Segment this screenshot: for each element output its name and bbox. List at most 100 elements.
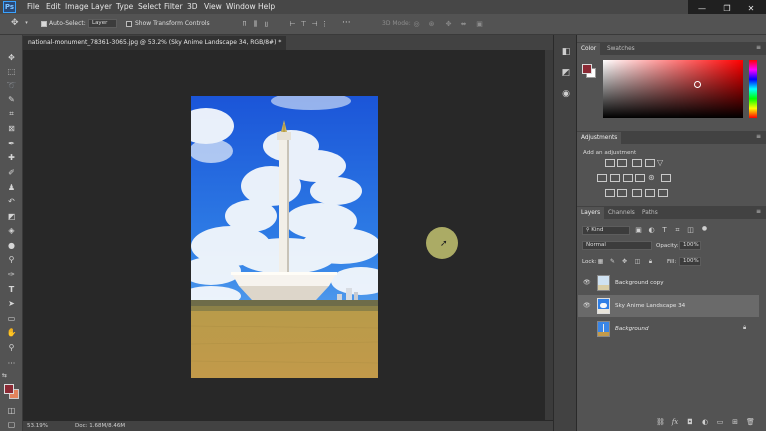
posterize-icon[interactable] [617,189,627,197]
menu-layer[interactable]: Layer [91,1,112,13]
align-right-icon[interactable]: ⊣ [311,21,318,28]
more-tools-icon[interactable]: ··· [5,358,18,370]
crop-tool-icon[interactable]: ⌗ [5,108,18,120]
screen-mode-icon[interactable]: ▢ [5,419,18,431]
rectangle-tool-icon[interactable]: ▭ [5,313,18,325]
maximize-icon[interactable]: ❐ [716,3,738,14]
lock-position-icon[interactable]: ✥ [621,258,628,265]
blur-tool-icon[interactable]: ● [5,240,18,252]
filter-pixel-icon[interactable]: ▣ [635,227,642,234]
menu-select[interactable]: Select [138,1,161,13]
foreground-color-swatch[interactable] [582,64,592,74]
panel-menu-icon[interactable]: ≡ [756,134,762,140]
3d-pan-icon[interactable]: ✥ [445,21,452,28]
lock-all-icon[interactable]: 🔒︎ [647,258,654,265]
align-top-icon[interactable]: ⫪ [241,21,248,28]
pen-tool-icon[interactable]: ✑ [5,269,18,281]
menu-3d[interactable]: 3D [187,1,198,13]
clone-stamp-tool-icon[interactable]: ♟ [5,182,18,194]
menu-image[interactable]: Image [65,1,89,13]
adjustment-layer-icon[interactable]: ◐ [701,418,709,426]
marquee-tool-icon[interactable]: ⬚ [5,66,18,78]
menu-help[interactable]: Help [258,1,275,13]
panel-menu-icon[interactable]: ≡ [756,45,762,51]
photo-filter-icon[interactable] [635,174,645,182]
3d-orbit-icon[interactable]: ◎ [413,21,420,28]
lock-artboard-icon[interactable]: ◫ [634,258,641,265]
vibrance-icon[interactable]: ▽ [657,158,663,167]
selective-color-icon[interactable] [645,189,655,197]
invert-icon[interactable] [605,189,615,197]
tab-color[interactable]: Color [577,43,601,55]
more-options-icon[interactable]: ··· [342,19,351,28]
opacity-input[interactable]: 100% [679,241,701,250]
swap-colors-icon[interactable]: ⇆ [2,372,9,379]
layer-filter-dropdown[interactable]: ⚲ Kind [582,226,630,235]
align-middle-icon[interactable]: ⫼ [252,21,259,28]
align-center-icon[interactable]: ⊤ [300,21,307,28]
zoom-level[interactable]: 53.19% [27,422,48,430]
brush-tool-icon[interactable]: ✐ [5,167,18,179]
foreground-color-swatch[interactable] [4,384,14,394]
path-selection-tool-icon[interactable]: ➤ [5,298,18,310]
filter-smart-object-icon[interactable]: ◫ [687,227,694,234]
gradient-map-icon[interactable] [658,189,668,197]
auto-select-checkbox[interactable] [41,21,47,27]
paint-bucket-tool-icon[interactable]: ◈ [5,225,18,237]
filter-toggle-icon[interactable]: ● [701,225,708,232]
dodge-tool-icon[interactable]: ⚲ [5,254,18,266]
move-tool-icon[interactable]: ✥ [11,19,19,28]
curves-icon[interactable] [632,159,642,167]
eyedropper-tool-icon[interactable]: ✒ [5,138,18,150]
lasso-tool-icon[interactable]: ➰ [5,80,18,92]
distribute-icon[interactable]: ⋮ [321,21,328,28]
exposure-icon[interactable] [645,159,655,167]
add-mask-icon[interactable]: ◘ [686,418,694,426]
layer-name[interactable]: Background copy [615,279,664,287]
history-brush-tool-icon[interactable]: ↶ [5,196,18,208]
3d-slide-icon[interactable]: ⬌ [460,21,467,28]
align-bottom-icon[interactable]: ⫫ [263,21,270,28]
properties-panel-icon[interactable]: ◩ [560,67,572,79]
lock-pixels-icon[interactable]: ✎ [609,258,616,265]
tab-paths[interactable]: Paths [638,207,662,219]
link-layers-icon[interactable]: ⛓ [656,418,665,426]
healing-brush-tool-icon[interactable]: ✚ [5,152,18,164]
color-lookup-icon[interactable] [661,174,671,182]
auto-select-target-dropdown[interactable]: Layer [88,19,117,28]
menu-filter[interactable]: Filter [164,1,183,13]
close-icon[interactable]: ✕ [740,3,762,14]
minimize-icon[interactable]: — [691,3,713,14]
tab-swatches[interactable]: Swatches [603,43,639,55]
type-tool-icon[interactable]: T [5,284,18,296]
align-left-icon[interactable]: ⊢ [289,21,296,28]
color-picker-cursor[interactable] [694,81,701,88]
eraser-tool-icon[interactable]: ◩ [5,211,18,223]
document-tab[interactable]: national-monument_78361-3065.jpg @ 53.2%… [23,36,286,50]
libraries-panel-icon[interactable]: ◉ [560,88,572,100]
levels-icon[interactable] [617,159,627,167]
brightness-contrast-icon[interactable] [605,159,615,167]
menu-window[interactable]: Window [226,1,256,13]
lock-transparency-icon[interactable]: ▦ [597,258,604,265]
menu-type[interactable]: Type [116,1,133,13]
black-white-icon[interactable] [623,174,633,182]
3d-scale-icon[interactable]: ▣ [476,21,483,28]
filter-shape-icon[interactable]: ⌗ [674,227,681,234]
panel-menu-icon[interactable]: ≡ [756,209,762,215]
menu-view[interactable]: View [204,1,222,13]
eye-icon[interactable]: 👁︎ [583,302,591,310]
hue-saturation-icon[interactable] [597,174,607,182]
photoshop-logo[interactable]: Ps [3,1,16,13]
document-image[interactable] [191,96,378,378]
tab-layers[interactable]: Layers [577,207,605,219]
layer-row-background[interactable]: Background 🔒︎ [578,318,759,340]
quick-selection-tool-icon[interactable]: ✎ [5,94,18,106]
eye-icon[interactable]: 👁︎ [583,279,591,287]
move-tool-icon[interactable]: ✥ [5,52,18,64]
vertical-scrollbar[interactable] [545,50,553,420]
hand-tool-icon[interactable]: ✋ [5,327,18,339]
channel-mixer-icon[interactable]: ⊛ [648,173,655,182]
layer-name[interactable]: Sky Anime Landscape 34 [615,302,685,310]
new-layer-icon[interactable]: ⊞ [731,418,739,426]
